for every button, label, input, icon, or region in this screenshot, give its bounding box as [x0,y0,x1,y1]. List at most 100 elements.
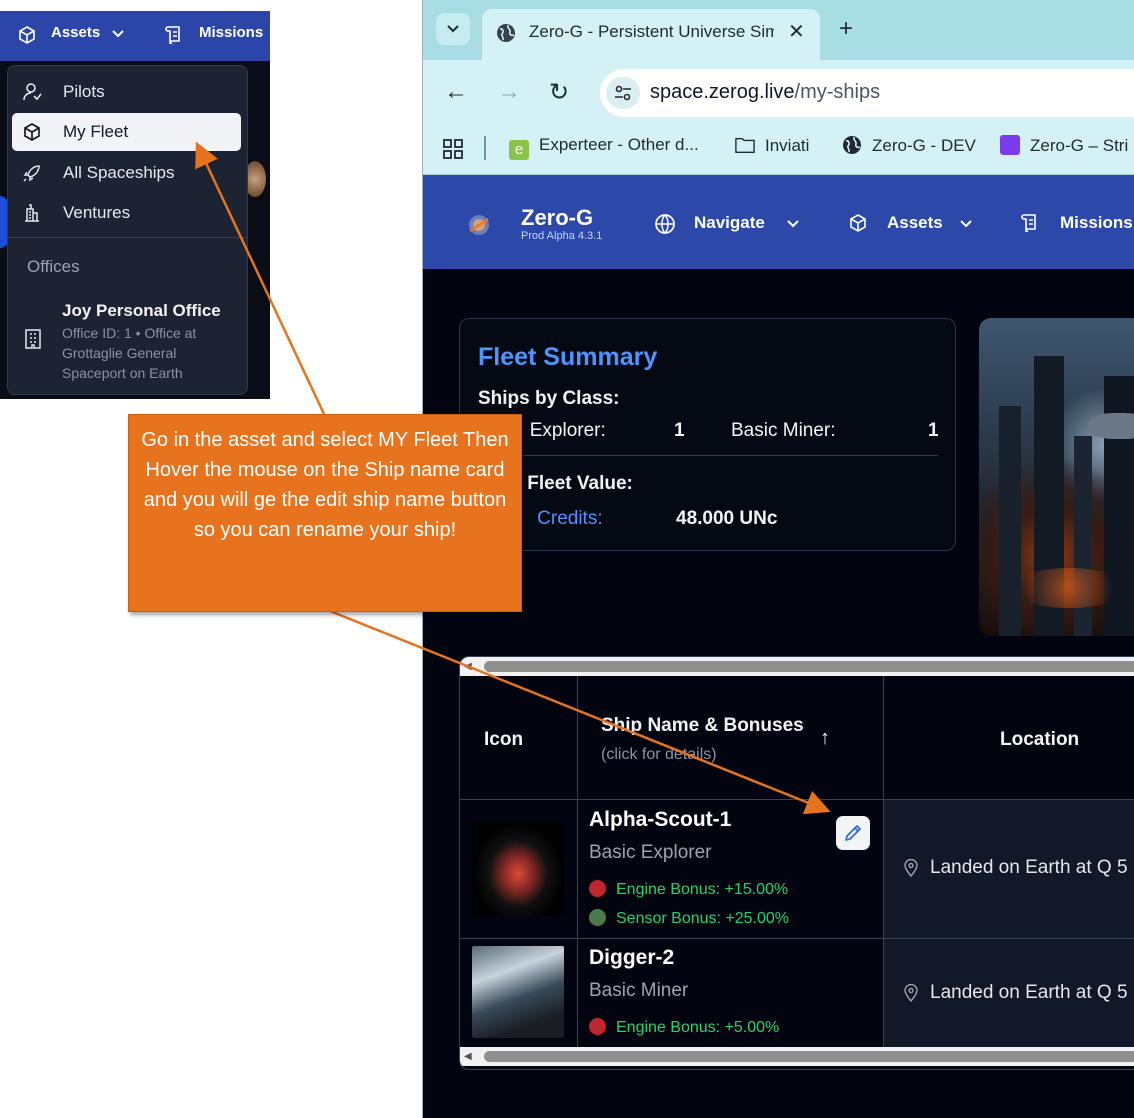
url-text: space.zerog.live/my-ships [650,81,880,104]
menu-item-label: All Spaceships [63,163,175,182]
url-host: space.zerog.live [650,81,795,103]
nav-assets[interactable]: Assets [887,213,943,233]
site-settings-button[interactable] [606,77,640,109]
tab-search-button[interactable] [436,13,470,45]
user-icon [23,83,42,101]
chevron-down-icon [447,25,459,33]
menu-item-label: Ventures [63,203,131,222]
folder-icon [735,137,755,153]
building-icon [25,204,39,222]
scroll-icon [1021,214,1036,233]
instruction-callout: Go in the asset and select MY Fleet Then… [128,414,522,612]
ship-image-alpha-scout[interactable] [472,822,564,916]
tune-icon [615,85,631,101]
location-text: Landed on Earth at Q 5 [930,857,1128,878]
bonus-item: Engine Bonus: +15.00% [589,880,788,899]
bookmark-zero-g-dev[interactable]: Zero-G - DEV [842,135,976,159]
scroll-left-arrow-icon[interactable]: ◀ [464,1051,472,1062]
ship-class: Basic Explorer [589,842,712,863]
nav-assets-label[interactable]: Assets [51,24,100,41]
offices-heading: Offices [27,257,80,276]
address-bar[interactable]: space.zerog.live/my-ships [600,69,1134,117]
map-pin-icon [904,859,918,877]
menu-item-my-fleet[interactable]: My Fleet [12,113,241,151]
chevron-down-icon [112,30,124,38]
scroll-left-arrow-icon[interactable]: ◀ [464,661,472,672]
box-icon [24,123,40,141]
app-version: Prod Alpha 4.3.1 [521,230,603,242]
menu-item-pilots[interactable]: Pilots [12,73,241,111]
edit-ship-name-button[interactable] [836,816,870,850]
browser-toolbar: ← → ↻ space.zerog.live/my-ships [423,60,1134,124]
bonus-item: Engine Bonus: +5.00% [589,1018,779,1037]
assets-dropdown-menu: Pilots My Fleet All Spaceships Ventures … [7,65,248,395]
active-tab[interactable]: Zero-G - Persistent Universe Sim ✕ [482,9,820,60]
box-icon [850,214,866,232]
bookmark-label: Inviati [765,136,810,155]
horizontal-scrollbar-bottom[interactable]: ◀ [460,1047,1134,1066]
pencil-icon [845,825,861,841]
chevron-down-icon [960,220,972,228]
globe-icon [655,214,675,235]
ships-table: ◀ ◀ Icon Ship Name & Bonuses (click for … [459,656,1134,1070]
app-navbar: Zero-G Prod Alpha 4.3.1 Navigate Assets … [423,175,1134,269]
ship-class: Basic Miner [589,980,689,1001]
engine-icon [589,880,606,897]
bookmark-label: Zero-G – Stri [1030,136,1129,155]
browser-window: Zero-G - Persistent Universe Sim ✕ + ← →… [422,0,1134,1118]
column-header-ship-name[interactable]: Ship Name & Bonuses [601,715,804,737]
menu-item-all-spaceships[interactable]: All Spaceships [12,154,241,192]
miner-label: Basic Miner: [731,420,836,441]
experteer-favicon-icon: e [509,140,529,160]
sort-ascending-arrow-icon[interactable]: ↑ [820,727,830,750]
sci-fi-city-image [979,318,1134,636]
bookmark-zero-g-stri[interactable]: Zero-G – Stri [1000,135,1128,159]
tab-strip: Zero-G - Persistent Universe Sim ✕ + [423,0,1134,60]
miner-count: 1 [928,420,939,441]
globe-favicon-icon [497,24,515,42]
bookmark-folder-inviati[interactable]: Inviati [735,135,809,159]
scrollbar-thumb[interactable] [484,1051,1134,1062]
menu-screenshot-inset: Assets Missions Pilots My Fleet All Spac… [0,11,270,399]
url-path: /my-ships [794,81,881,103]
column-header-hint: (click for details) [601,746,717,763]
horizontal-scrollbar-top[interactable]: ◀ [460,657,1134,676]
forward-arrow-icon[interactable]: → [497,78,521,106]
explorer-count: 1 [674,420,685,441]
office-building-icon [25,329,41,349]
nav-missions-label[interactable]: Missions [199,24,263,41]
fleet-summary-title: Fleet Summary [478,343,658,371]
location-cell: Landed on Earth at Q 5 [884,800,1134,938]
stripe-favicon-icon [1000,135,1020,155]
bookmarks-divider [484,136,486,160]
column-header-icon: Icon [484,729,524,750]
bookmark-experteer[interactable]: e Experteer - Other d... [509,135,699,160]
box-icon [19,26,35,44]
scrollbar-thumb[interactable] [484,661,1134,672]
reload-icon[interactable]: ↻ [549,78,569,107]
bookmarks-bar: e Experteer - Other d... Inviati Zero-G -… [423,124,1134,175]
office-title[interactable]: Joy Personal Office [62,301,221,321]
engine-icon [589,1018,606,1035]
menu-item-label: Pilots [63,82,105,101]
new-tab-plus-icon[interactable]: + [839,15,853,43]
column-header-location: Location [1000,729,1080,750]
back-arrow-icon[interactable]: ← [444,78,468,106]
ships-by-class-label: Ships by Class: [478,388,620,409]
globe-favicon-icon [843,136,861,154]
chevron-down-icon [787,220,799,228]
ship-name[interactable]: Alpha-Scout-1 [589,808,731,832]
apps-grid-icon[interactable] [442,138,464,160]
nav-navigate[interactable]: Navigate [694,213,765,233]
app-title[interactable]: Zero-G [521,205,593,231]
nav-missions[interactable]: Missions [1060,213,1133,233]
menu-item-ventures[interactable]: Ventures [12,194,241,232]
close-icon[interactable]: ✕ [788,19,805,44]
ship-name[interactable]: Digger-2 [589,946,674,970]
ship-image-digger[interactable] [472,946,564,1038]
inset-top-nav: Assets Missions [0,11,270,61]
office-description: Office ID: 1 • Office at Grottaglie Gene… [62,325,197,381]
bookmark-label: Experteer - Other d... [539,135,699,154]
zero-g-logo-icon [469,215,489,235]
bookmark-label: Zero-G - DEV [872,136,976,155]
